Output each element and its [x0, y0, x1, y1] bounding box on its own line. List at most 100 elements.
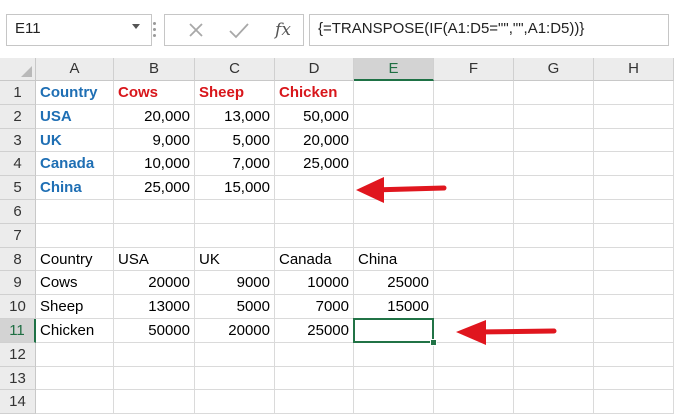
- cell-a4[interactable]: Canada: [36, 152, 114, 177]
- cell-g10[interactable]: [514, 295, 594, 319]
- cell-c8[interactable]: UK: [195, 247, 275, 272]
- cell-g12[interactable]: [514, 342, 594, 367]
- cell-a14[interactable]: [36, 390, 114, 415]
- cell-g8[interactable]: [514, 247, 594, 272]
- cell-a10[interactable]: Sheep: [36, 295, 114, 319]
- cell-e10[interactable]: 15000: [354, 295, 434, 319]
- cell-c1[interactable]: Sheep: [195, 81, 275, 105]
- cell-g4[interactable]: [514, 152, 594, 177]
- cell-b8[interactable]: USA: [114, 247, 195, 272]
- cell-e2[interactable]: [354, 104, 434, 129]
- cell-a13[interactable]: [36, 366, 114, 391]
- cell-g1[interactable]: [514, 81, 594, 105]
- cell-g14[interactable]: [514, 390, 594, 415]
- cell-b2[interactable]: 20,000: [114, 104, 195, 129]
- cell-c14[interactable]: [195, 390, 275, 415]
- cell-h1[interactable]: [594, 81, 674, 105]
- cell-f1[interactable]: [434, 81, 514, 105]
- cell-e9[interactable]: 25000: [354, 271, 434, 296]
- cell-e8[interactable]: China: [354, 247, 434, 272]
- row-header-12[interactable]: 12: [0, 342, 36, 367]
- cell-e7[interactable]: [354, 223, 434, 248]
- cell-g6[interactable]: [514, 200, 594, 224]
- insert-function-button[interactable]: fx: [263, 15, 303, 45]
- column-header-g[interactable]: G: [514, 58, 594, 81]
- cell-c3[interactable]: 5,000: [195, 128, 275, 153]
- cell-b7[interactable]: [114, 223, 195, 248]
- cell-e14[interactable]: [354, 390, 434, 415]
- name-box[interactable]: E11: [6, 14, 152, 46]
- cell-c11[interactable]: 20000: [195, 319, 275, 343]
- cell-g9[interactable]: [514, 271, 594, 296]
- cell-b4[interactable]: 10,000: [114, 152, 195, 177]
- column-header-b[interactable]: B: [114, 58, 195, 81]
- cell-d4[interactable]: 25,000: [275, 152, 354, 177]
- cell-h5[interactable]: [594, 176, 674, 200]
- cell-c9[interactable]: 9000: [195, 271, 275, 296]
- fill-handle[interactable]: [430, 338, 437, 346]
- chevron-down-icon[interactable]: [132, 24, 140, 29]
- cell-a1[interactable]: Country: [36, 81, 114, 105]
- cell-g7[interactable]: [514, 223, 594, 248]
- cell-b13[interactable]: [114, 366, 195, 391]
- cell-d10[interactable]: 7000: [275, 295, 354, 319]
- cell-a2[interactable]: USA: [36, 104, 114, 129]
- cell-a6[interactable]: [36, 200, 114, 224]
- cell-f12[interactable]: [434, 342, 514, 367]
- cell-b3[interactable]: 9,000: [114, 128, 195, 153]
- cell-a3[interactable]: UK: [36, 128, 114, 153]
- cell-b11[interactable]: 50000: [114, 319, 195, 343]
- cell-h12[interactable]: [594, 342, 674, 367]
- column-header-h[interactable]: H: [594, 58, 674, 81]
- cell-b1[interactable]: Cows: [114, 81, 195, 105]
- cell-h3[interactable]: [594, 128, 674, 153]
- cell-d13[interactable]: [275, 366, 354, 391]
- row-header-14[interactable]: 14: [0, 390, 36, 415]
- cell-f2[interactable]: [434, 104, 514, 129]
- formula-input[interactable]: {=TRANSPOSE(IF(A1:D5="","",A1:D5))}: [309, 14, 669, 46]
- cell-c12[interactable]: [195, 342, 275, 367]
- row-header-13[interactable]: 13: [0, 366, 36, 391]
- cell-d6[interactable]: [275, 200, 354, 224]
- select-all-button[interactable]: [0, 58, 36, 81]
- cell-d7[interactable]: [275, 223, 354, 248]
- column-header-c[interactable]: C: [195, 58, 275, 81]
- cell-a12[interactable]: [36, 342, 114, 367]
- cell-c4[interactable]: 7,000: [195, 152, 275, 177]
- cell-f13[interactable]: [434, 366, 514, 391]
- enter-button[interactable]: [219, 15, 259, 45]
- cell-g2[interactable]: [514, 104, 594, 129]
- cell-d3[interactable]: 20,000: [275, 128, 354, 153]
- cell-a7[interactable]: [36, 223, 114, 248]
- cell-c6[interactable]: [195, 200, 275, 224]
- cell-h8[interactable]: [594, 247, 674, 272]
- row-header-10[interactable]: 10: [0, 295, 36, 319]
- cell-a9[interactable]: Cows: [36, 271, 114, 296]
- cell-h2[interactable]: [594, 104, 674, 129]
- drag-handle-icon[interactable]: [152, 22, 158, 40]
- row-header-3[interactable]: 3: [0, 128, 36, 153]
- row-header-6[interactable]: 6: [0, 200, 36, 224]
- row-header-2[interactable]: 2: [0, 104, 36, 129]
- cell-d1[interactable]: Chicken: [275, 81, 354, 105]
- row-header-1[interactable]: 1: [0, 81, 36, 105]
- cell-a8[interactable]: Country: [36, 247, 114, 272]
- cell-c5[interactable]: 15,000: [195, 176, 275, 200]
- cell-d14[interactable]: [275, 390, 354, 415]
- cell-e13[interactable]: [354, 366, 434, 391]
- row-header-4[interactable]: 4: [0, 152, 36, 177]
- cell-f10[interactable]: [434, 295, 514, 319]
- cell-h11[interactable]: [594, 319, 674, 343]
- cell-h9[interactable]: [594, 271, 674, 296]
- column-header-f[interactable]: F: [434, 58, 514, 81]
- row-header-5[interactable]: 5: [0, 176, 36, 200]
- cell-a5[interactable]: China: [36, 176, 114, 200]
- cell-c10[interactable]: 5000: [195, 295, 275, 319]
- cell-b5[interactable]: 25,000: [114, 176, 195, 200]
- cell-c13[interactable]: [195, 366, 275, 391]
- cell-d5[interactable]: [275, 176, 354, 200]
- cell-f9[interactable]: [434, 271, 514, 296]
- cell-c2[interactable]: 13,000: [195, 104, 275, 129]
- cell-f4[interactable]: [434, 152, 514, 177]
- cell-b9[interactable]: 20000: [114, 271, 195, 296]
